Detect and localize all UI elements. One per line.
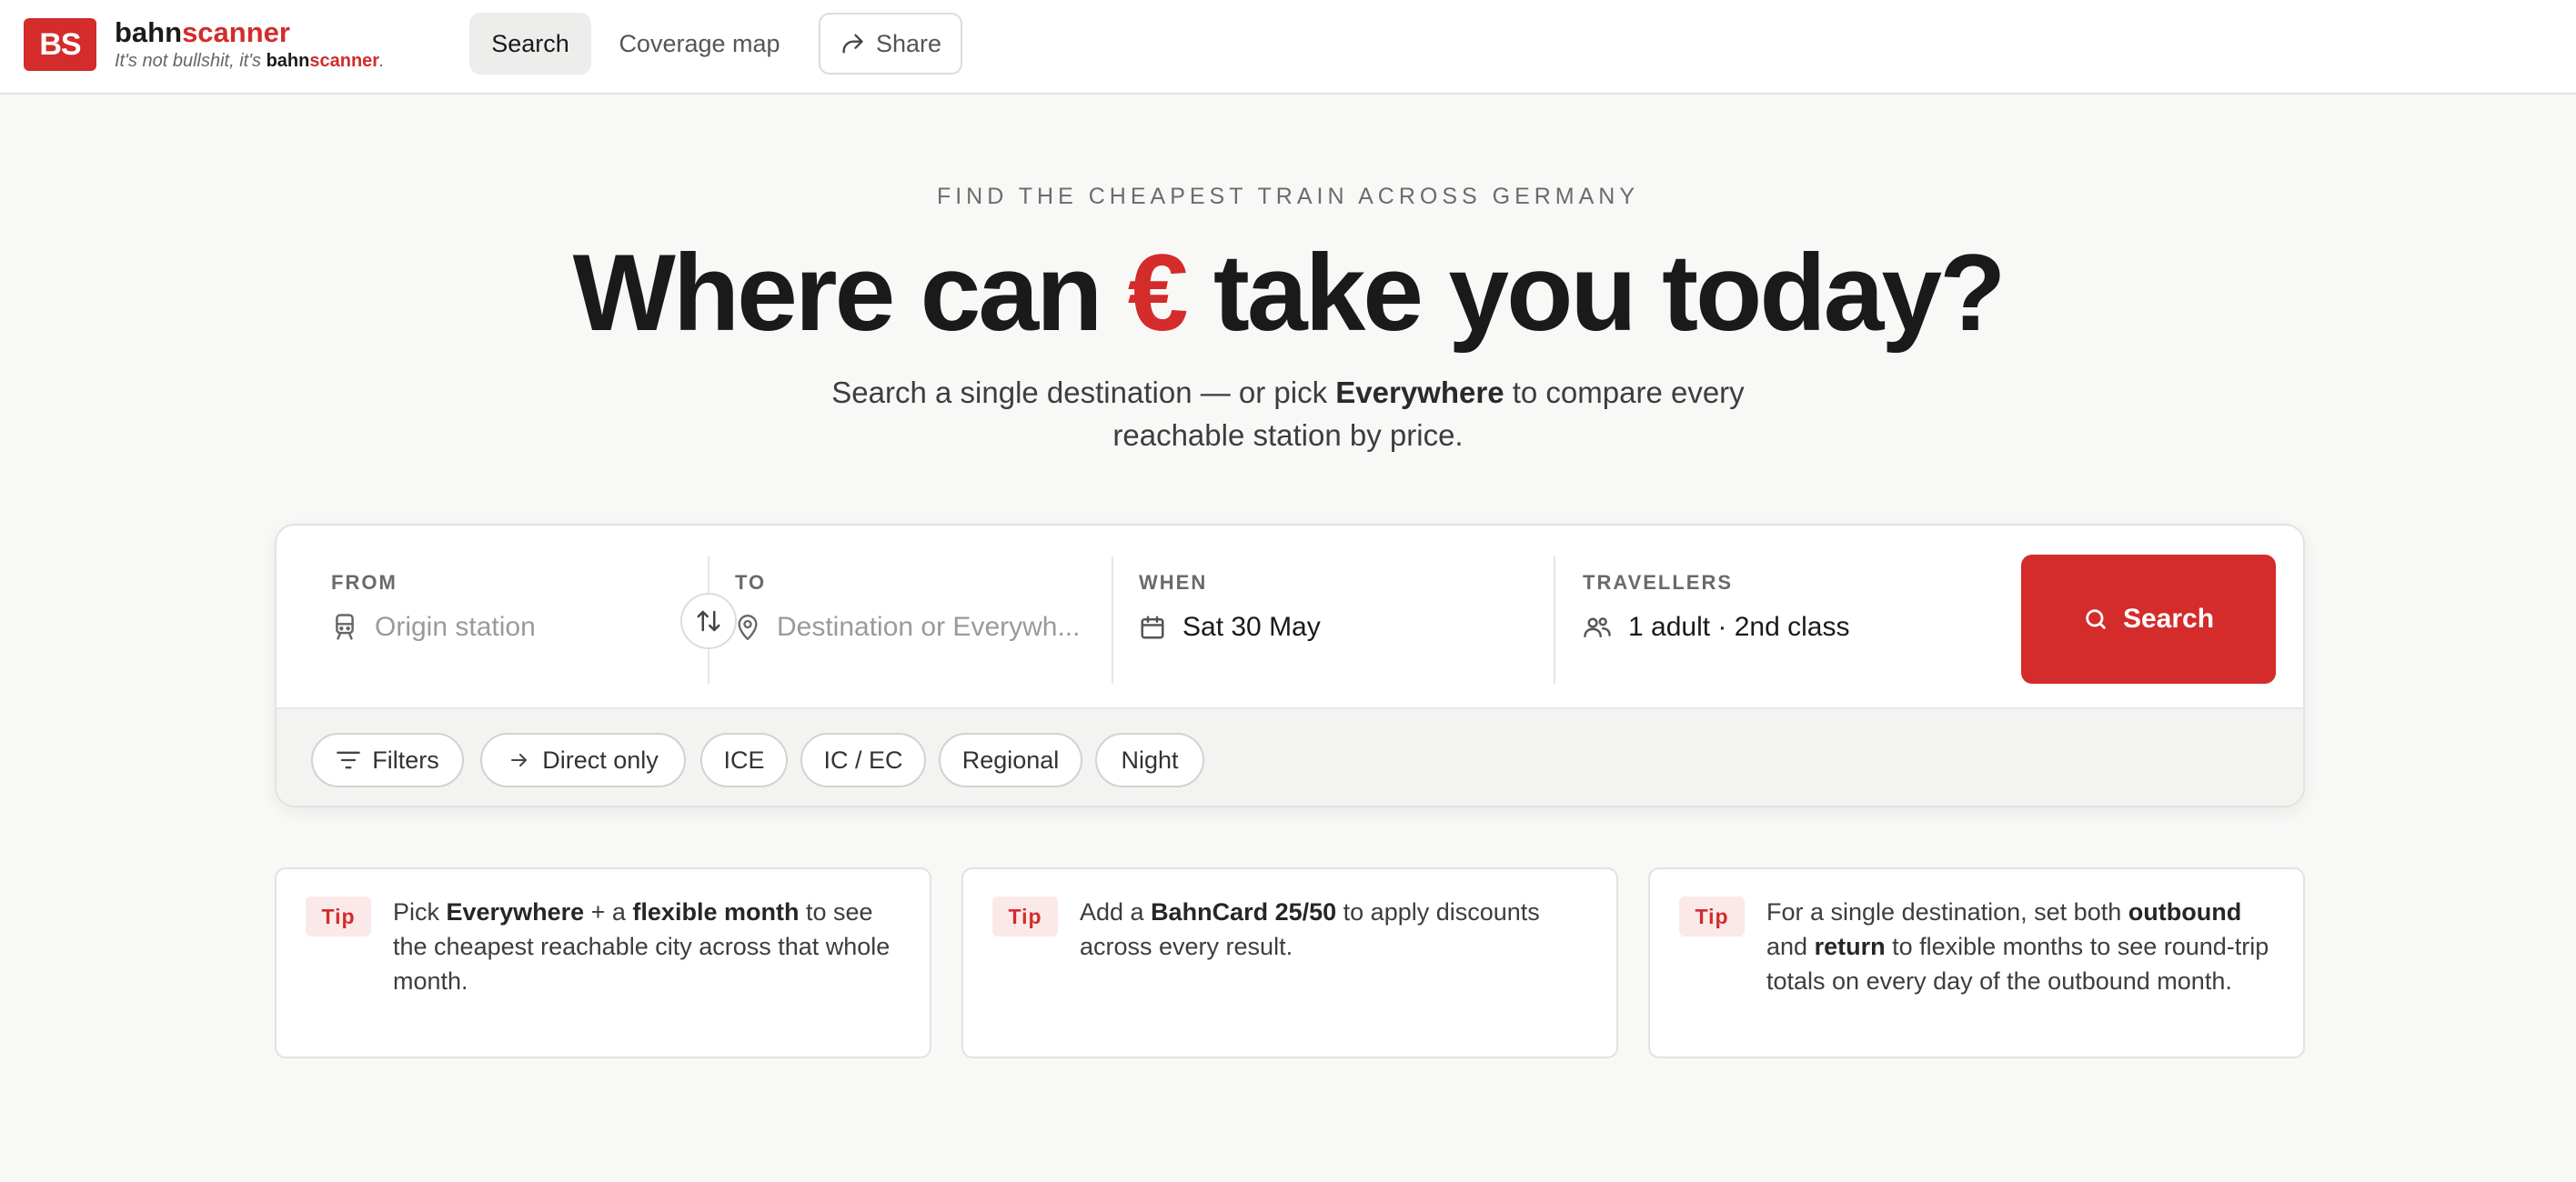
tip-card: Tip Pick Everywhere + a flexible month t…	[275, 867, 931, 1058]
search-submit-button[interactable]: Search	[2021, 555, 2276, 684]
when-field[interactable]: WHEN Sat 30 May	[1113, 526, 1554, 707]
hero-subtitle: Search a single destination — or pick Ev…	[831, 376, 1745, 452]
tip-text: Pick Everywhere + a flexible month to se…	[393, 898, 891, 995]
chip-ice[interactable]: ICE	[700, 733, 788, 787]
calendar-icon	[1139, 614, 1166, 641]
hero-headline: Where can € take you today?	[572, 232, 2007, 354]
when-label: WHEN	[1139, 571, 1208, 594]
filter-bar: Filters Direct only ICE IC / EC Regional…	[277, 707, 2303, 806]
direct-only-chip[interactable]: Direct only	[480, 733, 686, 787]
filter-icon	[336, 749, 361, 771]
destination-input[interactable]: Destination or Everywh...	[777, 612, 1080, 643]
tip-card: Tip For a single destination, set both o…	[1648, 867, 2305, 1058]
chip-night[interactable]: Night	[1095, 733, 1204, 787]
origin-station-input[interactable]: Origin station	[375, 612, 536, 643]
brand-name: bahnscanner	[115, 16, 290, 48]
share-icon	[840, 31, 865, 56]
date-value: Sat 30 May	[1182, 612, 1321, 642]
chip-regional[interactable]: Regional	[939, 733, 1082, 787]
travellers-value: 1 adult · 2nd class	[1628, 612, 1850, 642]
search-icon	[2083, 606, 2108, 632]
to-field[interactable]: TO Destination or Everywh...	[709, 526, 1112, 707]
arrow-right-icon	[508, 749, 531, 771]
tip-badge: Tip	[1679, 897, 1745, 937]
brand: bahnscanner It's not bullshit, it's bahn…	[115, 16, 385, 73]
chip-ic-ec[interactable]: IC / EC	[800, 733, 926, 787]
tip-badge: Tip	[306, 897, 371, 937]
tip-text: Add a BahnCard 25/50 to apply discounts …	[1080, 898, 1540, 960]
brand-tagline: It's not bullshit, it's bahnscanner.	[115, 51, 385, 71]
location-pin-icon	[735, 613, 760, 642]
tip-card: Tip Add a BahnCard 25/50 to apply discou…	[961, 867, 1618, 1058]
top-header: BS bahnscanner It's not bullshit, it's b…	[0, 0, 2576, 95]
search-card: FROM Origin station TO Destination or Ev…	[275, 524, 2305, 807]
travellers-label: TRAVELLERS	[1583, 571, 1734, 594]
travellers-field[interactable]: TRAVELLERS 1 adult · 2nd class	[1555, 526, 1992, 707]
hero-eyebrow: FIND THE CHEAPEST TRAIN ACROSS GERMANY	[936, 184, 1640, 209]
filters-button[interactable]: Filters	[311, 733, 464, 787]
tip-badge: Tip	[992, 897, 1058, 937]
euro-symbol: €	[1127, 232, 1189, 354]
users-icon	[1583, 614, 1612, 641]
nav-search-tab[interactable]: Search	[469, 13, 591, 75]
logo[interactable]: BS	[24, 18, 96, 71]
train-icon	[331, 613, 358, 642]
from-label: FROM	[331, 571, 397, 594]
share-button[interactable]: Share	[819, 13, 962, 75]
from-field[interactable]: FROM Origin station	[277, 526, 708, 707]
to-label: TO	[735, 571, 767, 594]
logo-text: BS	[39, 26, 81, 62]
tip-text: For a single destination, set both outbo…	[1766, 898, 2269, 995]
nav-coverage-map-tab[interactable]: Coverage map	[602, 13, 797, 75]
